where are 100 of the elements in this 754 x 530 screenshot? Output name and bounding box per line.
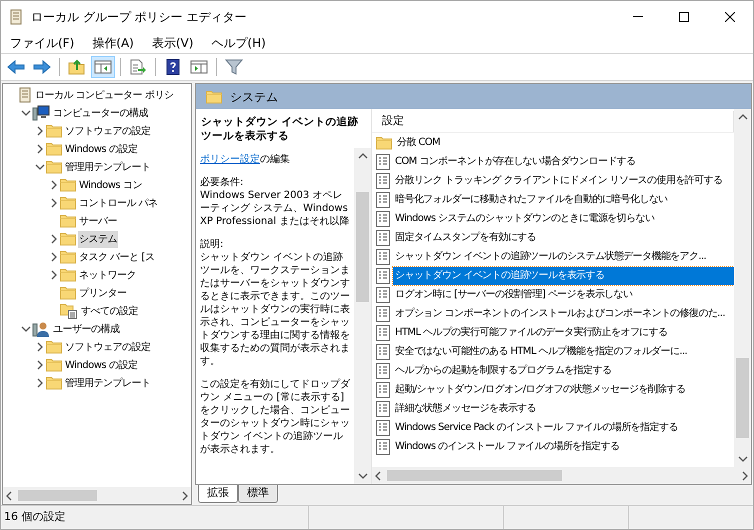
tree-item[interactable]: ソフトウェアの設定 xyxy=(64,338,152,356)
folder-icon xyxy=(60,232,76,246)
folder-icon xyxy=(46,358,62,372)
folder-icon xyxy=(206,90,222,104)
tree-item[interactable]: システム xyxy=(78,230,118,248)
document-icon xyxy=(376,192,390,208)
setting-row[interactable]: Windows システムのシャットダウンのときに電源を切らない xyxy=(393,210,734,228)
tree-item[interactable]: コンピューターの構成 xyxy=(52,104,149,122)
description-text: シャットダウン イベントの追跡ツールを、ワークステーションまたはサーバーをシャットダウンするときに表示できます。このツールはシャットダウンの実行時に表示され、コンピューターをシャットダウンする理由に関する情報を収集するための質問が表示されます。 xyxy=(200,251,350,368)
document-icon xyxy=(376,248,390,264)
document-icon xyxy=(376,210,390,226)
policy-title: シャットダウン イベントの追跡ツールを表示する xyxy=(200,115,360,144)
document-icon xyxy=(376,286,390,302)
scrollbar-thumb[interactable] xyxy=(387,470,562,481)
setting-row[interactable]: COM コンポーネントが存在しない場合ダウンロードする xyxy=(393,152,734,170)
document-icon xyxy=(376,324,390,340)
document-icon xyxy=(376,382,390,398)
document-icon xyxy=(376,154,390,170)
folder-icon xyxy=(60,178,76,192)
tree-item[interactable]: Windows の設定 xyxy=(64,356,138,374)
setting-row[interactable]: ヘルプからの起動を制限するプログラムを指定する xyxy=(393,362,734,380)
user-icon xyxy=(32,321,50,337)
setting-row[interactable]: HTML ヘルプの実行可能ファイルのデータ実行防止をオフにする xyxy=(393,324,734,342)
menu-item[interactable]: 操作(A) xyxy=(83,34,143,52)
setting-row[interactable]: シャットダウン イベントの追跡ツールのシステム状態データ機能をアク... xyxy=(393,248,734,266)
document-icon xyxy=(376,268,390,284)
setting-row[interactable]: 分散 COM xyxy=(395,134,734,152)
tree-item[interactable]: 管理用テンプレート xyxy=(64,374,152,392)
policy-settings-link[interactable]: ポリシー設定 xyxy=(200,153,260,166)
document-icon xyxy=(376,230,390,246)
export-list-icon xyxy=(129,59,147,75)
header-title: システム xyxy=(230,88,278,106)
setting-row[interactable]: 暗号化フォルダーに移動されたファイルを自動的に暗号化しない xyxy=(393,190,734,208)
folder-up-icon xyxy=(68,59,86,75)
scrollbar-thumb[interactable] xyxy=(736,358,749,438)
edit-label: の編集 xyxy=(260,153,290,166)
folder-icon xyxy=(60,268,76,282)
help-icon xyxy=(165,59,181,75)
scroll-icon xyxy=(9,8,23,24)
folder-icon xyxy=(46,340,62,354)
requirements-label: 必要条件: xyxy=(200,176,244,189)
menu-item[interactable]: 表示(V) xyxy=(142,34,202,52)
forward-arrow-icon xyxy=(33,59,51,75)
tree-item[interactable]: ソフトウェアの設定 xyxy=(64,122,152,140)
tree-item[interactable]: ネットワーク xyxy=(78,266,137,284)
document-icon xyxy=(376,344,390,360)
document-icon xyxy=(376,362,390,378)
tree-item[interactable]: Windows コン xyxy=(78,176,143,194)
setting-row[interactable]: オプション コンポーネントのインストールおよびコンポーネントの修復のた... xyxy=(393,304,734,322)
maximize-icon xyxy=(679,12,689,22)
minimize-icon xyxy=(633,16,643,17)
view-tab[interactable]: 標準 xyxy=(238,485,278,503)
folder-icon xyxy=(46,376,62,390)
setting-row[interactable]: 起動/シャットダウン/ログオン/ログオフの状態メッセージを削除する xyxy=(393,380,734,398)
folder-icon xyxy=(46,160,62,174)
tree-item[interactable]: コントロール パネ xyxy=(78,194,159,212)
computer-icon xyxy=(32,105,50,121)
setting-row[interactable]: 詳細な状態メッセージを表示する xyxy=(393,400,734,418)
filter-icon xyxy=(225,59,243,75)
document-icon xyxy=(376,306,390,322)
setting-row[interactable]: Windows のインストール ファイルの場所を指定する xyxy=(393,438,734,456)
vertical-scrollbar[interactable] xyxy=(734,109,751,467)
folder-icon xyxy=(60,196,76,210)
setting-row[interactable]: シャットダウン イベントの追跡ツールを表示する xyxy=(393,266,734,284)
back-arrow-icon xyxy=(7,59,25,75)
setting-row[interactable]: 安全ではない可能性のある HTML ヘルプ機能を指定のフォルダーに... xyxy=(393,342,734,360)
setting-row[interactable]: ログオン時に [サーバーの役割管理] ページを表示しない xyxy=(393,286,734,304)
requirements-text: Windows Server 2003 オペレーティング システム、Windows XP Professional またはそれ以降 xyxy=(200,189,350,228)
menu-item[interactable]: ヘルプ(H) xyxy=(202,34,275,52)
toolbar-button[interactable] xyxy=(91,56,115,78)
action-pane-icon xyxy=(190,59,208,75)
horizontal-scrollbar[interactable] xyxy=(372,467,751,484)
close-icon xyxy=(725,12,735,22)
setting-row[interactable]: Windows Service Pack のインストール ファイルの場所を指定する xyxy=(393,418,734,436)
tree-item[interactable]: Windows の設定 xyxy=(64,140,138,158)
scrollbar-thumb[interactable] xyxy=(18,490,97,501)
folder-icon xyxy=(60,250,76,264)
status-text: 16 個の設定 xyxy=(3,509,66,526)
scroll-icon xyxy=(18,87,32,103)
tree-item[interactable]: タスク バーと [ス xyxy=(78,248,156,266)
scrollbar-thumb[interactable] xyxy=(356,192,369,302)
tree-item[interactable]: 管理用テンプレート xyxy=(64,158,152,176)
setting-row[interactable]: 固定タイムスタンプを有効にする xyxy=(393,228,734,246)
settings-folder-icon xyxy=(60,303,78,319)
document-icon xyxy=(376,420,390,436)
folder-icon xyxy=(376,136,392,150)
folder-icon xyxy=(46,142,62,156)
document-icon xyxy=(376,172,390,188)
tree-item[interactable]: サーバー xyxy=(78,212,118,230)
view-tab[interactable]: 拡張 xyxy=(198,485,238,503)
tree-item[interactable]: ローカル コンピューター ポリシ xyxy=(34,86,174,104)
tree-item[interactable]: すべての設定 xyxy=(80,302,139,320)
document-icon xyxy=(376,438,390,454)
tree-pane-icon xyxy=(94,59,112,75)
setting-row[interactable]: 分散リンク トラッキング クライアントにドメイン リソースの使用を許可する xyxy=(393,172,734,190)
horizontal-scrollbar[interactable] xyxy=(3,487,191,504)
tree-item[interactable]: ユーザーの構成 xyxy=(52,320,120,338)
menu-item[interactable]: ファイル(F) xyxy=(1,34,84,52)
tree-item[interactable]: プリンター xyxy=(78,284,128,302)
description-text: この設定を有効にしてドロップダウン メニューの [常に表示する] をクリックした場合、コンピューターのシャットダウン時にシャットダウン イベントの追跡ツールが表示されます。 xyxy=(200,378,350,456)
